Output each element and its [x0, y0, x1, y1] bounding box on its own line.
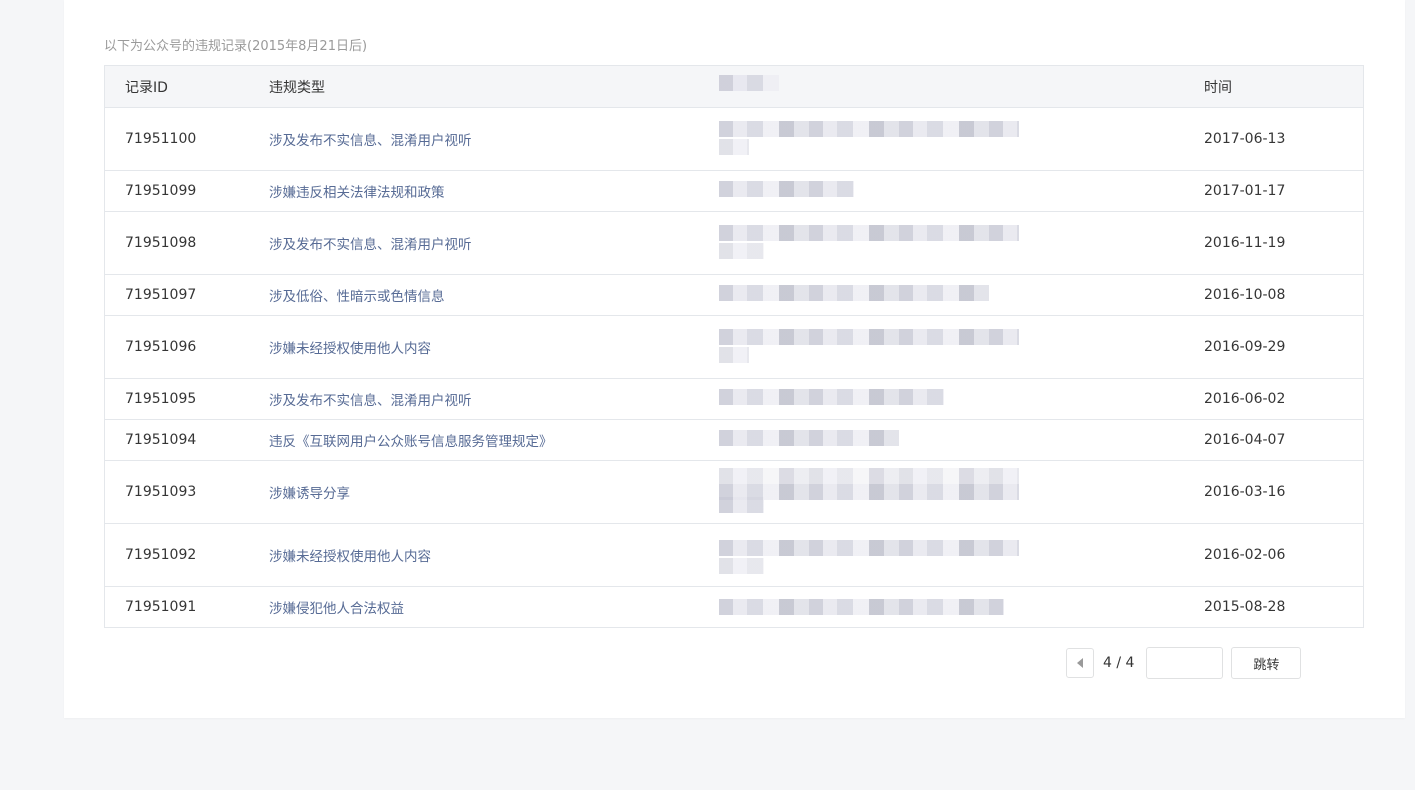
- record-time: 2016-02-06: [1204, 547, 1286, 563]
- detail-redacted: [719, 275, 1079, 315]
- table-row: 71951096 涉嫌未经授权使用他人内容 2016-09-29: [105, 315, 1363, 378]
- jump-button[interactable]: 跳转: [1231, 647, 1302, 679]
- violation-type: 涉及低俗、性暗示或色情信息: [269, 289, 445, 305]
- header-violation-type: 违规类型: [269, 79, 325, 96]
- caret-left-icon: [1077, 658, 1083, 668]
- detail-redacted: [719, 587, 1079, 627]
- violation-type: 涉及发布不实信息、混淆用户视听: [269, 133, 472, 149]
- record-time: 2016-04-07: [1204, 432, 1286, 448]
- table-row: 71951093 涉嫌诱导分享 2016-03-16: [105, 460, 1363, 523]
- record-time: 2016-10-08: [1204, 287, 1286, 303]
- table-row: 71951098 涉及发布不实信息、混淆用户视听 2016-11-19: [105, 211, 1363, 274]
- table-row: 71951099 涉嫌违反相关法律法规和政策 2017-01-17: [105, 170, 1363, 211]
- table-row: 71951094 违反《互联网用户公众账号信息服务管理规定》 2016-04-0…: [105, 419, 1363, 460]
- record-time: 2016-03-16: [1204, 484, 1286, 500]
- table-row: 71951097 涉及低俗、性暗示或色情信息 2016-10-08: [105, 274, 1363, 315]
- violation-records-panel: 以下为公众号的违规记录(2015年8月21日后) 记录ID 违规类型 时间 71…: [64, 0, 1405, 718]
- detail-redacted: [719, 316, 1079, 378]
- detail-redacted: [719, 461, 1079, 523]
- prev-page-button[interactable]: [1066, 648, 1094, 678]
- violation-type: 涉嫌侵犯他人合法权益: [269, 601, 404, 617]
- detail-redacted: [719, 212, 1079, 274]
- violation-type: 涉嫌违反相关法律法规和政策: [269, 185, 445, 201]
- table-row: 71951100 涉及发布不实信息、混淆用户视听 2017-06-13: [105, 107, 1363, 170]
- record-id: 71951093: [125, 484, 197, 500]
- record-time: 2016-06-02: [1204, 391, 1286, 407]
- detail-redacted: [719, 379, 1079, 419]
- violation-type: 涉及发布不实信息、混淆用户视听: [269, 393, 472, 409]
- pagination: 4 / 4 跳转: [1066, 647, 1302, 679]
- page-info: 4 / 4: [1103, 655, 1135, 671]
- violation-type: 涉嫌未经授权使用他人内容: [269, 341, 431, 357]
- violation-table: 记录ID 违规类型 时间 71951100 涉及发布不实信息、混淆用户视听 20…: [104, 65, 1364, 628]
- header-record-id: 记录ID: [125, 79, 168, 96]
- detail-redacted: [719, 420, 1079, 460]
- record-time: 2016-09-29: [1204, 339, 1286, 355]
- record-id: 71951091: [125, 599, 197, 615]
- violation-type: 违反《互联网用户公众账号信息服务管理规定》: [269, 434, 553, 450]
- record-id: 71951094: [125, 432, 197, 448]
- record-time: 2016-11-19: [1204, 235, 1286, 251]
- record-id: 71951096: [125, 339, 197, 355]
- record-id: 71951097: [125, 287, 197, 303]
- record-id: 71951095: [125, 391, 197, 407]
- detail-redacted: [719, 171, 1079, 211]
- violation-type: 涉嫌未经授权使用他人内容: [269, 549, 431, 565]
- page-jump-input[interactable]: [1146, 647, 1224, 679]
- detail-redacted: [719, 108, 1079, 170]
- record-id: 71951099: [125, 183, 197, 199]
- record-time: 2017-01-17: [1204, 183, 1286, 199]
- table-header-row: 记录ID 违规类型 时间: [105, 66, 1363, 107]
- record-id: 71951098: [125, 235, 197, 251]
- violation-type: 涉嫌诱导分享: [269, 486, 350, 502]
- header-time: 时间: [1204, 79, 1232, 96]
- detail-redacted: [719, 524, 1079, 586]
- table-row: 71951091 涉嫌侵犯他人合法权益 2015-08-28: [105, 586, 1363, 627]
- header-detail-redacted: [719, 66, 1079, 107]
- record-id: 71951100: [125, 131, 197, 147]
- record-time: 2017-06-13: [1204, 131, 1286, 147]
- table-row: 71951095 涉及发布不实信息、混淆用户视听 2016-06-02: [105, 378, 1363, 419]
- record-time: 2015-08-28: [1204, 599, 1286, 615]
- intro-text: 以下为公众号的违规记录(2015年8月21日后): [104, 39, 368, 54]
- violation-type: 涉及发布不实信息、混淆用户视听: [269, 237, 472, 253]
- record-id: 71951092: [125, 547, 197, 563]
- table-row: 71951092 涉嫌未经授权使用他人内容 2016-02-06: [105, 523, 1363, 586]
